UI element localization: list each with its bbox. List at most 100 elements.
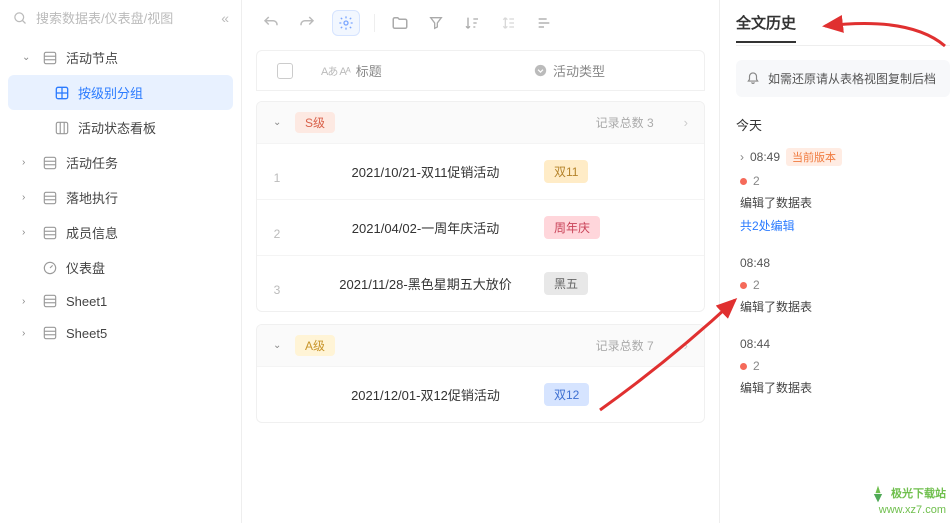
chevron-right-icon: › [684,115,688,130]
row-number [257,367,297,422]
gauge-icon [42,260,58,276]
table-row[interactable]: 12021/10/21-双11促销活动双11 [257,143,704,199]
history-desc: 编辑了数据表 [740,194,950,211]
history-count: 2 [753,278,760,292]
row-tag-cell: 黑五 [544,272,694,295]
caret-down-icon: ⌄ [273,117,285,128]
caret-right-icon: › [22,192,34,203]
sidebar-item-label: 活动任务 [66,153,118,172]
column-title-label: 标题 [356,61,382,80]
group-badge: A级 [295,335,335,356]
select-all-checkbox[interactable] [277,63,293,79]
history-time: 08:48 [740,256,770,270]
sidebar-item-group-by-level[interactable]: 按级别分组 [8,75,233,110]
caret-right-icon: › [22,157,34,168]
row-title: 2021/11/28-黑色星期五大放价 [307,274,544,293]
table-row[interactable]: 2021/12/01-双12促销活动双12 [257,366,704,422]
group-count: 记录总数 3 [596,114,654,131]
history-time: 08:49 [750,150,780,164]
select-field-icon [534,64,547,77]
table-icon [42,325,58,341]
sidebar-item-status-board[interactable]: 活动状态看板 [0,110,241,145]
main-panel: Aあ Aᴬ 标题 活动类型 ⌄ S级 记录总数 3 › 12021/10/21-双11促… [242,0,720,523]
caret-down-icon: ⌄ [273,340,285,351]
sidebar-item-sheet5[interactable]: › Sheet5 [0,317,241,349]
watermark-text: 极光下载站 [891,488,946,500]
sidebar-item-label: Sheet5 [66,326,107,341]
group-header[interactable]: ⌄ S级 记录总数 3 › [257,102,704,143]
table-row[interactable]: 2 2021/04/02-一周年庆活动周年庆 [257,199,704,255]
sidebar-item-sheet1[interactable]: › Sheet1 [0,285,241,317]
table-row[interactable]: 3 2021/11/28-黑色星期五大放价黑五 [257,255,704,311]
bell-icon [746,70,760,87]
group-badge: S级 [295,112,335,133]
watermark: 极光下载站 www.xz7.com [868,484,946,517]
row-title: 2021/10/21-双11促销活动 [307,162,544,181]
history-desc: 编辑了数据表 [740,298,950,315]
activity-type-tag: 周年庆 [544,216,600,239]
table-header: Aあ Aᴬ 标题 活动类型 [256,50,705,91]
row-tag-cell: 周年庆 [544,216,694,239]
undo-button[interactable] [260,12,282,34]
caret-down-icon: ⌄ [22,52,34,63]
row-height-button[interactable] [497,12,519,34]
sidebar-item-execution[interactable]: › 落地执行 [0,180,241,215]
row-tag-cell: 双12 [544,383,694,406]
column-title[interactable]: Aあ Aᴬ 标题 [321,61,534,80]
sidebar-item-label: 落地执行 [66,188,118,207]
sidebar: « ⌄ 活动节点 按级别分组 活动状态看板 › 活动任务 › [0,0,242,523]
history-link[interactable]: 共2处编辑 [740,217,950,234]
sidebar-item-label: 成员信息 [66,223,118,242]
toolbar-separator [374,14,375,32]
table-groups: ⌄ S级 记录总数 3 › 12021/10/21-双11促销活动双112 2021/04… [242,101,719,435]
status-dot-icon [740,363,747,370]
table-icon [42,50,58,66]
row-title: 2021/04/02-一周年庆活动 [307,218,544,237]
history-notice-text: 如需还原请从表格视图复制后档 [768,70,936,87]
toolbar [242,0,719,46]
history-item[interactable]: ›08:49当前版本2编辑了数据表共2处编辑 [736,148,950,234]
sidebar-item-members[interactable]: › 成员信息 [0,215,241,250]
sidebar-tree: ⌄ 活动节点 按级别分组 活动状态看板 › 活动任务 › 落地执行 [0,36,241,349]
search-icon [12,10,28,26]
caret-right-icon: › [22,328,34,339]
column-type[interactable]: 活动类型 [534,61,684,80]
table-group: ⌄A级记录总数 7›2021/12/01-双12促销活动双12 [256,324,705,423]
sidebar-item-dashboard[interactable]: 仪表盘 [0,250,241,285]
row-title: 2021/12/01-双12促销活动 [307,385,544,404]
history-panel: 全文历史 如需还原请从表格视图复制后档 今天 ›08:49当前版本2编辑了数据表… [720,0,952,523]
current-version-badge: 当前版本 [786,148,842,166]
grid-icon [54,85,70,101]
sort-button[interactable] [461,12,483,34]
history-list: ›08:49当前版本2编辑了数据表共2处编辑08:482编辑了数据表08:442… [736,148,950,396]
history-time: 08:44 [740,337,770,351]
filter-button[interactable] [425,12,447,34]
history-notice: 如需还原请从表格视图复制后档 [736,60,950,97]
redo-button[interactable] [296,12,318,34]
search-row: « [0,0,241,36]
text-field-icon: Aあ Aᴬ [321,63,350,79]
table-icon [42,225,58,241]
caret-right-icon: › [22,296,34,307]
history-item[interactable]: 08:48 2 编辑了数据表 [736,256,950,315]
sidebar-item-tasks[interactable]: › 活动任务 [0,145,241,180]
history-title: 全文历史 [736,12,796,43]
collapse-sidebar-icon[interactable]: « [221,10,229,26]
sidebar-item-activity-node[interactable]: ⌄ 活动节点 [0,40,241,75]
table-icon [42,293,58,309]
watermark-url: www.xz7.com [879,504,946,516]
group-header[interactable]: ⌄A级记录总数 7› [257,325,704,366]
sidebar-item-label: 按级别分组 [78,83,143,102]
history-item[interactable]: 08:442编辑了数据表 [736,337,950,396]
activity-type-tag: 双11 [544,160,588,183]
row-number: 3 [257,256,297,311]
table-group: ⌄ S级 记录总数 3 › 12021/10/21-双11促销活动双112 2021/04… [256,101,705,312]
group-count: 记录总数 7 [596,337,654,354]
more-options-button[interactable] [533,12,555,34]
folder-button[interactable] [389,12,411,34]
search-input[interactable] [36,11,213,26]
row-number: 2 [257,200,297,255]
history-today-label: 今天 [736,115,950,134]
settings-button[interactable] [332,10,360,36]
activity-type-tag: 双12 [544,383,589,406]
